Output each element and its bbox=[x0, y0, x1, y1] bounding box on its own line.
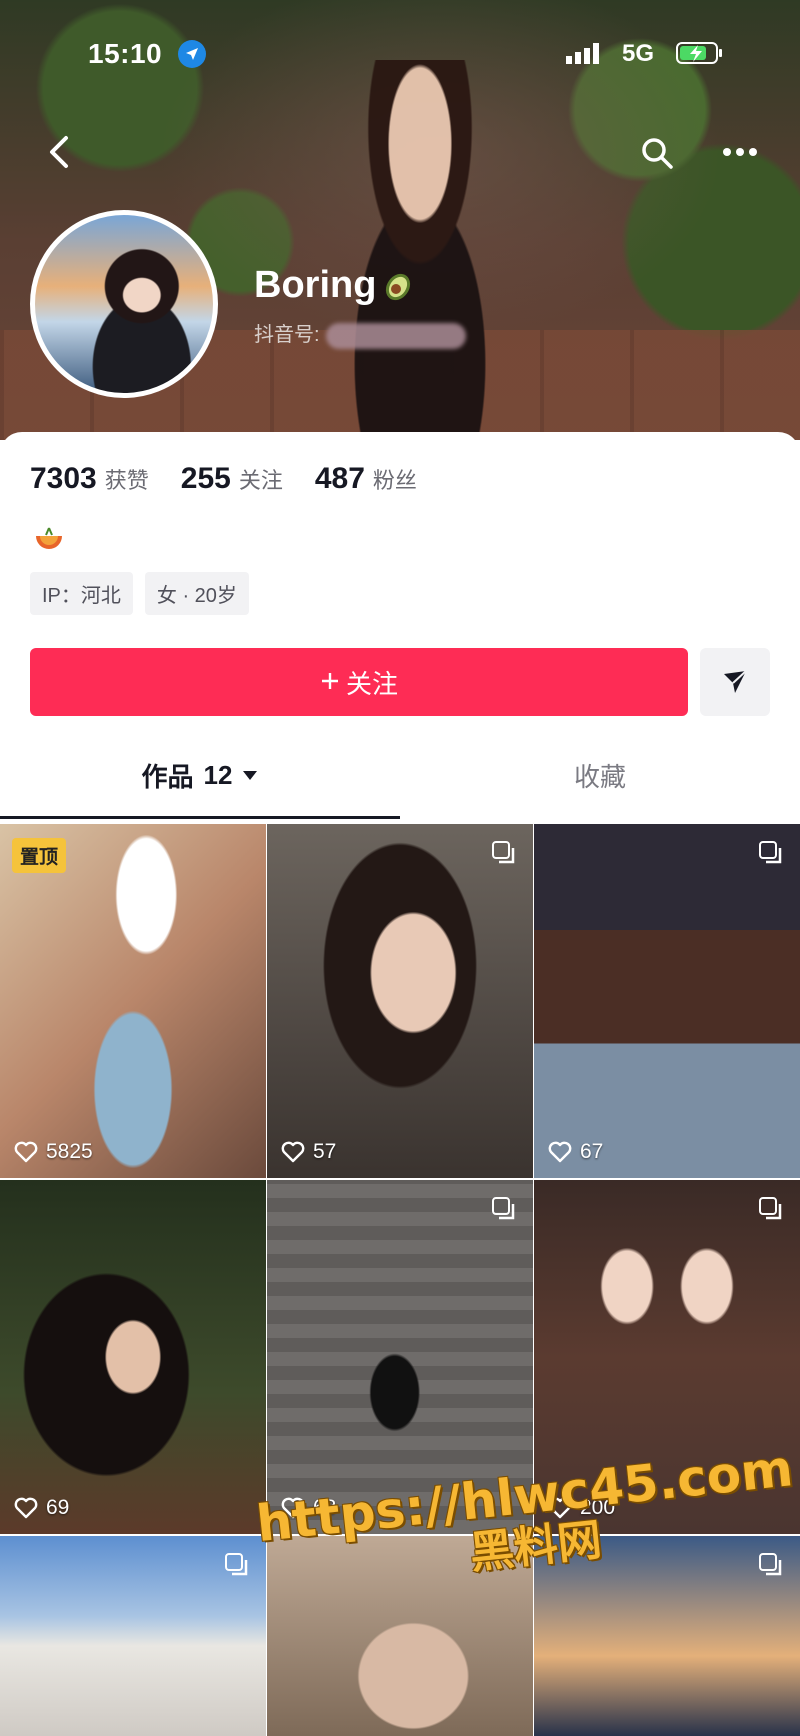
plus-icon bbox=[320, 667, 340, 698]
like-count: 5825 bbox=[14, 1140, 93, 1164]
like-count: 57 bbox=[281, 1140, 336, 1164]
works-grid: 置顶 5825 57 67 69 63 200 bbox=[0, 824, 800, 1736]
pinned-badge: 置顶 bbox=[12, 838, 67, 873]
multi-image-icon bbox=[492, 1197, 515, 1220]
stat-following-value: 255 bbox=[180, 462, 231, 495]
network-label: 5G bbox=[622, 40, 655, 67]
douyin-id: 抖音号: bbox=[254, 318, 466, 349]
multi-image-icon bbox=[492, 841, 515, 864]
like-count: 69 bbox=[14, 1496, 69, 1520]
avocado-emoji-icon bbox=[386, 273, 411, 300]
signal-icon bbox=[566, 43, 599, 64]
back-arrow-icon[interactable] bbox=[44, 132, 74, 172]
like-count-value: 5825 bbox=[46, 1140, 93, 1163]
stat-followers[interactable]: 487 粉丝 bbox=[315, 462, 417, 496]
heart-icon bbox=[281, 1141, 305, 1163]
search-icon[interactable] bbox=[640, 136, 674, 170]
multi-image-icon bbox=[759, 1553, 782, 1576]
tag-gender-age: 女 · 20岁 bbox=[144, 572, 249, 615]
profile-stats: 7303 获赞 255 关注 487 粉丝 bbox=[30, 462, 417, 496]
stat-followers-value: 487 bbox=[314, 462, 365, 495]
message-button[interactable] bbox=[700, 648, 770, 716]
heart-icon bbox=[14, 1497, 38, 1519]
like-count: 67 bbox=[548, 1140, 603, 1164]
profile-tags: IP：河北 女 · 20岁 bbox=[30, 572, 249, 615]
avatar[interactable] bbox=[30, 210, 218, 398]
douyin-id-redacted bbox=[325, 322, 466, 349]
cover-photo-person bbox=[300, 60, 540, 440]
more-options-icon[interactable] bbox=[722, 146, 758, 158]
tab-favorites[interactable]: 收藏 bbox=[400, 742, 800, 808]
video-thumbnail[interactable]: 69 bbox=[0, 1180, 266, 1534]
active-tab-indicator bbox=[0, 816, 400, 819]
location-arrow-icon bbox=[178, 40, 206, 68]
video-thumbnail[interactable] bbox=[0, 1536, 266, 1736]
stat-followers-label: 粉丝 bbox=[372, 468, 417, 493]
multi-image-icon bbox=[759, 1197, 782, 1220]
tab-works-label: 作品 bbox=[141, 761, 194, 792]
heart-icon bbox=[548, 1141, 572, 1163]
status-time: 15:10 bbox=[88, 38, 163, 69]
stat-likes[interactable]: 7303 获赞 bbox=[30, 462, 149, 496]
multi-image-icon bbox=[225, 1553, 248, 1576]
battery-charging-icon bbox=[676, 42, 722, 64]
video-thumbnail[interactable]: 67 bbox=[534, 824, 800, 1178]
bio-emoji-icon bbox=[36, 527, 62, 549]
like-count-value: 57 bbox=[313, 1140, 337, 1163]
heart-icon bbox=[14, 1141, 38, 1163]
follow-button[interactable]: 关注 bbox=[30, 648, 688, 716]
tab-works[interactable]: 作品 12 bbox=[0, 742, 400, 808]
stat-likes-label: 获赞 bbox=[104, 468, 149, 493]
follow-button-label: 关注 bbox=[345, 668, 398, 699]
stat-following[interactable]: 255 关注 bbox=[181, 462, 283, 496]
multi-image-icon bbox=[759, 841, 782, 864]
stat-likes-value: 7303 bbox=[30, 462, 97, 495]
tab-works-count: 12 bbox=[203, 759, 233, 790]
profile-tabs: 作品 12 收藏 bbox=[0, 742, 800, 812]
tag-ip-location: IP：河北 bbox=[30, 572, 133, 615]
profile-name: Boring bbox=[254, 264, 414, 307]
tab-favorites-label: 收藏 bbox=[573, 761, 626, 792]
douyin-id-label: 抖音号: bbox=[254, 324, 320, 346]
like-count-value: 67 bbox=[580, 1140, 604, 1163]
stat-following-label: 关注 bbox=[238, 468, 283, 493]
video-thumbnail[interactable]: 置顶 5825 bbox=[0, 824, 266, 1178]
status-bar: 15:10 5G bbox=[0, 0, 800, 100]
like-count-value: 69 bbox=[46, 1496, 70, 1519]
caret-down-icon bbox=[243, 771, 258, 780]
send-icon bbox=[724, 670, 747, 693]
video-thumbnail[interactable]: 57 bbox=[267, 824, 533, 1178]
profile-name-text: Boring bbox=[254, 264, 377, 306]
